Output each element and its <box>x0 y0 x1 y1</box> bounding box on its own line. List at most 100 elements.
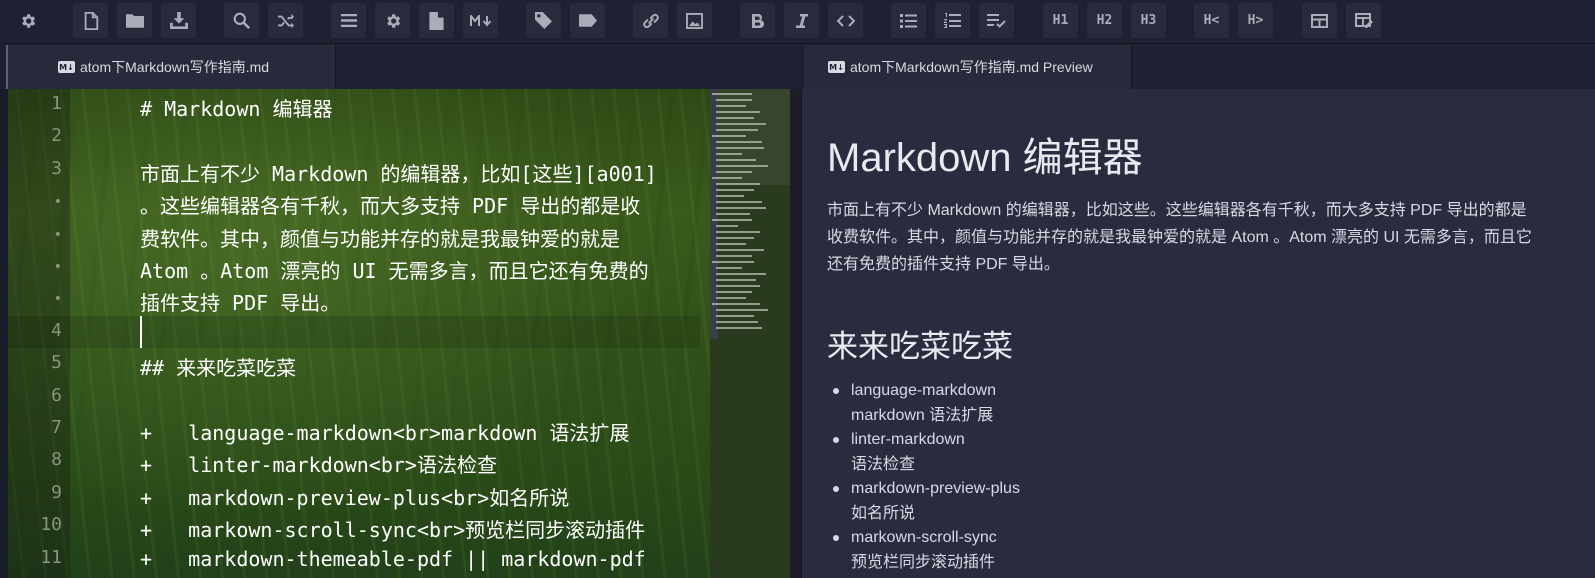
heading-2-button[interactable]: H2 <box>1087 3 1122 38</box>
find-button[interactable] <box>224 3 259 38</box>
editor-line-active[interactable]: 4 <box>0 316 700 348</box>
editor-line-wrapped[interactable]: • 。这些编辑器各有千秋，而大多支持 PDF 导出的都是收 <box>0 186 700 218</box>
minimap-line <box>716 99 752 101</box>
plugin-name: language-markdown <box>851 382 996 399</box>
table-button[interactable] <box>1302 3 1337 38</box>
editor-line[interactable]: 5 ## 来来吃菜吃菜 <box>0 348 700 380</box>
list-item: markdown-preview-plus 如名所说 <box>833 477 1020 526</box>
minimap-line <box>716 111 760 113</box>
minimap-line <box>716 195 744 197</box>
markdown-icon <box>469 14 491 27</box>
file-icon <box>84 11 98 30</box>
minimap-line <box>716 165 768 167</box>
editor-line[interactable]: 10 + markown-scroll-sync<br>预览栏同步滚动插件 <box>0 510 700 542</box>
document-button[interactable] <box>419 3 454 38</box>
editor-pane[interactable]: 1 # Markdown 编辑器 2 3 市面上有不少 Markdown 的编辑器，… <box>0 89 710 578</box>
italic-icon <box>795 13 808 28</box>
editor-tab[interactable]: M↓ atom下Markdown写作指南.md <box>6 45 336 89</box>
search-icon <box>233 12 250 29</box>
minimap-line <box>716 315 754 317</box>
bullet-list-icon <box>900 13 917 28</box>
tag-button[interactable] <box>526 3 561 38</box>
new-file-button[interactable] <box>73 3 108 38</box>
editor-line[interactable]: 6 <box>0 381 700 413</box>
minimap-line <box>716 327 762 329</box>
minimap-line <box>716 309 768 311</box>
editor-line-wrapped[interactable]: • 插件支持 PDF 导出。 <box>0 283 700 315</box>
list-item: linter-markdown 语法检查 <box>833 428 1020 477</box>
italic-button[interactable] <box>784 3 819 38</box>
task-list-button[interactable] <box>979 3 1014 38</box>
settings-button[interactable] <box>10 3 45 38</box>
link-button[interactable] <box>633 3 668 38</box>
line-number: 10 <box>40 514 62 535</box>
preview-tab-label: atom下Markdown写作指南.md Preview <box>850 59 1093 75</box>
numbered-list-button[interactable] <box>935 3 970 38</box>
code-button[interactable] <box>828 3 863 38</box>
minimap-line <box>712 303 760 305</box>
shuffle-icon <box>277 13 294 28</box>
menu-button[interactable] <box>331 3 366 38</box>
indent-heading-button[interactable]: H> <box>1238 3 1273 38</box>
minimap-line <box>716 249 764 251</box>
editor-tab-label: atom下Markdown写作指南.md <box>80 59 270 75</box>
editor-line[interactable]: 1 # Markdown 编辑器 <box>0 89 700 121</box>
markdown-file-icon: M↓ <box>58 61 75 73</box>
hamburger-icon <box>340 14 357 27</box>
minimap-line <box>716 213 750 215</box>
minimap[interactable] <box>710 89 790 578</box>
code-icon <box>836 14 855 27</box>
preview-tab[interactable]: M↓ atom下Markdown写作指南.md Preview <box>804 45 1132 89</box>
minimap-line <box>716 147 764 149</box>
editor-line[interactable]: 3 市面上有不少 Markdown 的编辑器，比如[这些][a001] <box>0 154 700 186</box>
toolbar: H1 H2 H3 H< H> <box>0 0 1595 44</box>
image-button[interactable] <box>677 3 712 38</box>
bullet-list-button[interactable] <box>891 3 926 38</box>
editor-line[interactable]: 8 + linter-markdown<br>语法检查 <box>0 445 700 477</box>
editor-line[interactable]: 2 <box>0 121 700 153</box>
minimap-line <box>716 141 762 143</box>
heading-3-button[interactable]: H3 <box>1131 3 1166 38</box>
preview-tab-bar: M↓ atom下Markdown写作指南.md Preview <box>802 45 1595 89</box>
markdown-preview-button[interactable] <box>463 3 498 38</box>
minimap-line <box>716 105 746 107</box>
preview-heading-1: Markdown 编辑器 <box>827 136 1143 180</box>
wrap-indicator: • <box>53 194 62 210</box>
line-number: 11 <box>40 547 62 568</box>
preview-pane: Markdown 编辑器 市面上有不少 Markdown 的编辑器，比如这些。这… <box>802 89 1595 578</box>
gear-icon <box>21 13 35 28</box>
plugin-name: markdown-preview-plus <box>851 480 1020 497</box>
minimap-line <box>716 243 746 245</box>
editor-line-wrapped[interactable]: • Atom 。Atom 漂亮的 UI 无需多言，而且它还有免费的 <box>0 251 700 283</box>
minimap-line <box>716 237 754 239</box>
editor-line-wrapped[interactable]: • 费软件。其中，颜值与功能并存的就是我最钟爱的就是 <box>0 219 700 251</box>
editor-line[interactable]: 11 + markdown-themeable-pdf || markdown-p… <box>0 543 700 575</box>
open-folder-button[interactable] <box>117 3 152 38</box>
download-icon <box>169 12 188 29</box>
bold-button[interactable] <box>740 3 775 38</box>
editor-line[interactable]: 9 + markdown-preview-plus<br>如名所说 <box>0 478 700 510</box>
minimap-line <box>716 189 754 191</box>
minimap-line <box>716 279 756 281</box>
pane-resize-handle[interactable] <box>790 89 802 578</box>
numbered-list-icon <box>944 13 961 28</box>
edit-table-icon <box>1354 12 1373 28</box>
editor-tab-bar: M↓ atom下Markdown写作指南.md <box>0 45 802 89</box>
preferences-button[interactable] <box>375 3 410 38</box>
outdent-heading-button[interactable]: H< <box>1194 3 1229 38</box>
label-icon <box>578 14 597 27</box>
line-text: ## 来来吃菜吃菜 <box>140 356 297 380</box>
save-button[interactable] <box>161 3 196 38</box>
label-button[interactable] <box>570 3 605 38</box>
wrap-indicator: • <box>53 259 62 275</box>
heading-1-button[interactable]: H1 <box>1043 3 1078 38</box>
line-text: # Markdown 编辑器 <box>140 97 333 121</box>
minimap-line <box>712 177 742 179</box>
shuffle-button[interactable] <box>268 3 303 38</box>
editor-line[interactable]: 7 + language-markdown<br>markdown 语法扩展 <box>0 413 700 445</box>
heading-3-label: H3 <box>1140 13 1157 28</box>
minimap-line <box>716 267 742 269</box>
wrap-indicator: • <box>53 291 62 307</box>
format-table-button[interactable] <box>1346 3 1381 38</box>
gear-icon <box>386 13 400 28</box>
